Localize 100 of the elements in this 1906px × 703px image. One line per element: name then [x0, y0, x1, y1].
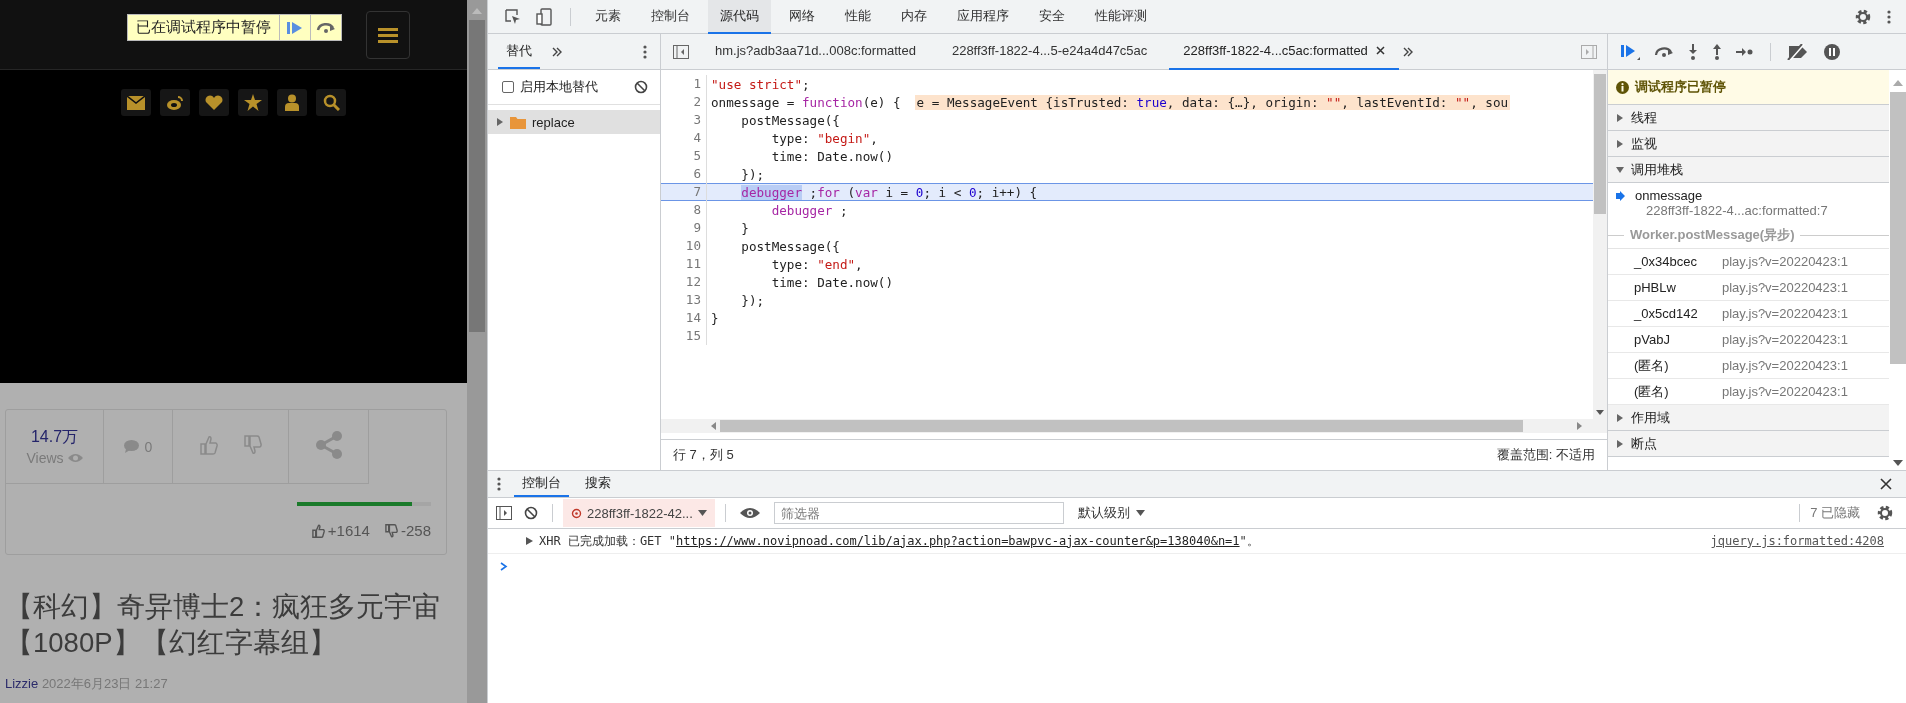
- star-button[interactable]: [238, 89, 268, 116]
- panel-tab[interactable]: 性能: [833, 0, 883, 34]
- settings-icon[interactable]: [1854, 7, 1872, 26]
- context-dropdown[interactable]: 228ff3ff-1822-42...: [563, 499, 715, 527]
- code-scrollbar[interactable]: [1593, 70, 1607, 419]
- folder-item[interactable]: replace: [488, 110, 660, 134]
- console-message: XHR 已完成加载：GET "https://www.novipnoad.com/lib/ajax.php?action=bawpvc-ajax-counter&p=138040&n=1"。: [539, 532, 1259, 550]
- thumbs-down-icon: [384, 523, 398, 538]
- more-icon[interactable]: [496, 476, 502, 492]
- weibo-button[interactable]: [160, 89, 190, 116]
- inspect-icon[interactable]: [504, 7, 522, 26]
- frame-name: onmessage: [1635, 188, 1703, 203]
- frame-name: _0x5cd142: [1634, 306, 1699, 321]
- resume-icon[interactable]: [1620, 43, 1640, 60]
- panel-tab[interactable]: 应用程序: [945, 0, 1021, 34]
- chevron-double-icon[interactable]: [1402, 46, 1413, 57]
- deactivate-breakpoints-icon[interactable]: [1787, 43, 1809, 60]
- panel-tab[interactable]: 安全: [1027, 0, 1077, 34]
- paused-text: 已在调试程序中暂停: [135, 17, 272, 37]
- scroll-down-icon: [1892, 460, 1903, 466]
- eye-icon[interactable]: [739, 507, 760, 519]
- section-title: 线程: [1631, 108, 1657, 127]
- override-checkbox[interactable]: 启用本地替代: [502, 78, 598, 96]
- sidebar-toggle-icon[interactable]: [496, 506, 512, 520]
- user-button[interactable]: [277, 89, 307, 116]
- panel-tab[interactable]: 控制台: [639, 0, 702, 34]
- scroll-thumb[interactable]: [469, 20, 485, 332]
- dislike-count: -258: [400, 522, 431, 539]
- resume-icon: [286, 20, 304, 35]
- more-icon[interactable]: [642, 43, 648, 60]
- file-tab[interactable]: 228ff3ff-1822-4...5-e24a4d47c5ac: [937, 33, 1162, 70]
- panel-tab[interactable]: 源代码: [708, 0, 771, 34]
- file-tab[interactable]: hm.js?adb3aa71d...008c:formatted: [701, 33, 930, 70]
- info-icon: [1616, 80, 1629, 94]
- menu-button[interactable]: [366, 10, 410, 59]
- envelope-icon: [127, 95, 145, 110]
- code-line: type: "begin",: [770, 130, 878, 146]
- horizontal-scrollbar[interactable]: [661, 419, 1607, 433]
- frame-location: play.js?v=20220423:1: [1722, 254, 1848, 269]
- code-line: });: [740, 166, 765, 182]
- code-line: "use strict";: [711, 76, 810, 92]
- expand-arrow-icon: [1616, 139, 1624, 148]
- filter-field[interactable]: 筛选器: [773, 502, 1064, 524]
- step-icon[interactable]: [1736, 46, 1754, 57]
- line-number: 8: [661, 201, 707, 219]
- section-header[interactable]: 调用堆栈: [1608, 157, 1889, 183]
- panel-tab[interactable]: 元素: [583, 0, 633, 34]
- source-link[interactable]: jquery.js:formatted:4208: [1710, 534, 1884, 548]
- scroll-thumb[interactable]: [720, 420, 1523, 432]
- device-toolbar-icon[interactable]: [536, 7, 554, 26]
- line-number: 14: [661, 309, 707, 327]
- sidebar-toggle-icon[interactable]: [673, 44, 689, 59]
- author-link[interactable]: Lizzie: [5, 676, 39, 691]
- search-button[interactable]: [316, 89, 346, 116]
- file-tab[interactable]: 228ff3ff-1822-4...c5ac:formatted: [1169, 33, 1399, 70]
- thumbs-down-icon: [243, 435, 262, 455]
- pause-icon[interactable]: [1823, 42, 1841, 61]
- level-dropdown[interactable]: 默认级别: [1077, 504, 1145, 522]
- clear-icon[interactable]: [524, 506, 538, 520]
- line-number: 15: [661, 327, 707, 345]
- drawer-tab[interactable]: 搜索: [577, 471, 619, 497]
- settings-icon[interactable]: [1876, 504, 1894, 522]
- panel-tab[interactable]: 性能评测: [1083, 0, 1159, 34]
- page-scrollbar[interactable]: [467, 0, 487, 703]
- section-header[interactable]: 作用域: [1608, 405, 1889, 431]
- frame-location: play.js?v=20220423:1: [1722, 332, 1848, 347]
- section-header[interactable]: 断点: [1608, 431, 1889, 457]
- close-icon[interactable]: [1375, 46, 1385, 55]
- heart-button[interactable]: [199, 89, 229, 116]
- section-title: 作用域: [1631, 408, 1670, 427]
- scroll-thumb[interactable]: [1889, 92, 1906, 364]
- step-into-icon[interactable]: [1688, 43, 1698, 60]
- sidebar-toggle-icon[interactable]: [1581, 44, 1597, 59]
- chevron-double-icon[interactable]: [552, 46, 562, 57]
- section-header[interactable]: 监视: [1608, 131, 1889, 157]
- heart-icon: [205, 94, 223, 111]
- block-icon[interactable]: [634, 80, 648, 94]
- expand-arrow-icon[interactable]: [526, 537, 533, 545]
- drawer-tab[interactable]: 控制台: [514, 471, 569, 497]
- scroll-up-icon: [472, 8, 482, 14]
- folder-icon: [510, 115, 526, 129]
- more-icon[interactable]: [1886, 8, 1892, 25]
- line-number: 3: [661, 111, 707, 129]
- step-over-icon: [316, 21, 336, 34]
- code-line: });: [740, 292, 765, 308]
- step-out-icon[interactable]: [1712, 43, 1722, 60]
- caret-icon: [1135, 510, 1145, 516]
- close-icon[interactable]: [1880, 478, 1892, 490]
- section-header[interactable]: 线程: [1608, 105, 1889, 131]
- url-link[interactable]: https://www.novipnoad.com/lib/ajax.php?action=bawpvc-ajax-counter&p=138040&n=1: [676, 533, 1240, 548]
- user-icon: [285, 94, 299, 111]
- mail-button[interactable]: [121, 89, 151, 116]
- search-icon: [322, 94, 340, 111]
- step-over-icon[interactable]: [1654, 45, 1674, 58]
- panel-tab[interactable]: 内存: [889, 0, 939, 34]
- expand-arrow-icon: [1616, 165, 1624, 174]
- panel-tab[interactable]: 网络: [777, 0, 827, 34]
- code-line: time: Date.now(): [770, 274, 893, 290]
- scroll-thumb[interactable]: [1594, 74, 1606, 214]
- checkbox[interactable]: [502, 81, 514, 93]
